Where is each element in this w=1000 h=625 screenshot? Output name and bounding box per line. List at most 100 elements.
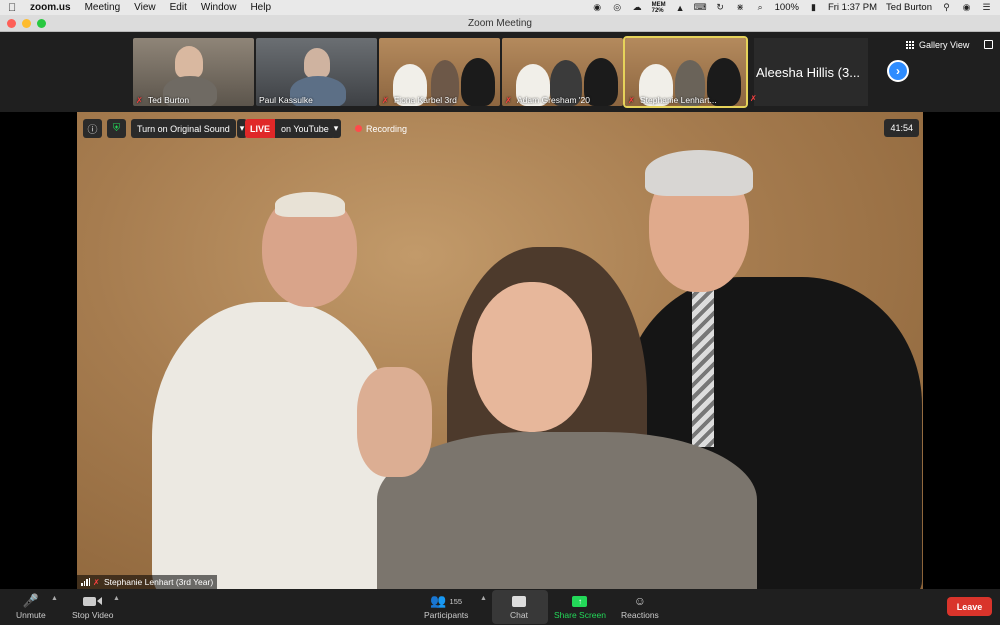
unmute-button[interactable]: 🎤 Unmute xyxy=(16,592,46,620)
encryption-shield-button[interactable]: ⛨ xyxy=(107,119,126,138)
participant-name-label: ✗ Ted Burton xyxy=(136,95,190,105)
muted-icon: ✗ xyxy=(750,94,757,103)
memory-indicator[interactable]: MEM 72% xyxy=(652,2,666,14)
battery-percent[interactable]: 100% xyxy=(775,2,799,13)
bluetooth-icon[interactable]: ⋇ xyxy=(735,2,746,13)
participant-name-label: ✗ Fiona Karbel 3rd xyxy=(382,95,457,105)
participants-icon: 👥 155 xyxy=(430,593,463,608)
wifi-icon[interactable]: ⌕ xyxy=(755,2,766,13)
zoom-window-button[interactable] xyxy=(37,19,46,28)
meeting-info-button[interactable]: ⓘ xyxy=(83,119,102,138)
siri-icon[interactable]: ◉ xyxy=(961,2,972,13)
participant-name-label: ✗ Stephanie Lenhart... xyxy=(628,95,717,105)
meeting-controls: 🎤 Unmute ▲ Stop Video ▲ 👥 155 Participan… xyxy=(0,589,1000,625)
recording-indicator[interactable]: Recording xyxy=(355,119,407,138)
menu-edit[interactable]: Edit xyxy=(170,2,187,13)
stop-video-button[interactable]: Stop Video xyxy=(72,592,113,620)
participant-name-label: ✗ Adam Gresham '20 xyxy=(505,95,590,105)
muted-icon: ✗ xyxy=(136,95,143,105)
stop-video-label: Stop Video xyxy=(72,610,114,620)
menubar-user[interactable]: Ted Burton xyxy=(886,2,932,13)
apple-icon[interactable]:  xyxy=(8,2,20,14)
memory-value: 72% xyxy=(651,7,664,14)
gallery-view-label: Gallery View xyxy=(919,40,970,50)
record-icon xyxy=(355,125,362,132)
participant-name-tile[interactable]: Aleesha Hillis (3... xyxy=(754,38,868,106)
close-window-button[interactable] xyxy=(7,19,16,28)
menu-view[interactable]: View xyxy=(134,2,156,13)
signal-strength-icon xyxy=(81,578,90,586)
original-sound-button[interactable]: Turn on Original Sound ▾ xyxy=(131,119,248,138)
battery-icon[interactable]: ▮ xyxy=(808,2,819,13)
video-options-caret[interactable]: ▲ xyxy=(113,595,120,602)
person-tie xyxy=(692,287,714,447)
muted-icon: ✗ xyxy=(93,577,100,587)
menu-app-name[interactable]: zoom.us xyxy=(30,2,71,13)
fullscreen-icon[interactable] xyxy=(984,40,993,49)
drive-icon[interactable]: ▲ xyxy=(675,2,686,13)
microphone-muted-icon: 🎤 xyxy=(22,593,39,608)
shield-icon: ⛨ xyxy=(107,119,126,138)
macos-menubar:  zoom.us Meeting View Edit Window Help … xyxy=(0,0,1000,15)
meeting-timer: 41:54 xyxy=(884,119,919,137)
participant-thumbnail[interactable]: ✗ Adam Gresham '20 xyxy=(502,38,623,106)
chat-button[interactable]: Chat xyxy=(510,592,528,620)
audio-options-caret[interactable]: ▲ xyxy=(51,595,58,602)
live-stream-button[interactable]: LIVE on YouTube ▾ xyxy=(245,119,342,138)
time-machine-icon[interactable]: ↻ xyxy=(715,2,726,13)
video-camera-icon xyxy=(83,592,103,610)
participant-name-tile-label: Aleesha Hillis (3... xyxy=(756,64,861,80)
person-white-shirt xyxy=(152,302,392,589)
muted-icon: ✗ xyxy=(628,95,635,105)
reactions-button[interactable]: ☺ Reactions xyxy=(621,592,659,620)
emoji-plus-icon: ☺ xyxy=(633,594,647,608)
clock[interactable]: Fri 1:37 PM xyxy=(828,2,877,13)
main-stage: ⓘ ⛨ Turn on Original Sound ▾ LIVE on You… xyxy=(0,112,1000,589)
live-platform-label: on YouTube xyxy=(275,119,335,138)
window-titlebar: Zoom Meeting xyxy=(0,15,1000,32)
gallery-strip: ✗ Ted Burton Paul Kassulke ✗ Fiona Karbe… xyxy=(0,32,1000,112)
chat-bubble-icon xyxy=(511,592,526,610)
gallery-view-button[interactable]: Gallery View xyxy=(906,40,969,50)
recording-label: Recording xyxy=(366,123,408,134)
participant-thumbnail[interactable]: ✗ Fiona Karbel 3rd xyxy=(379,38,500,106)
info-icon: ⓘ xyxy=(83,119,102,138)
keyboard-icon[interactable]: ⌨ xyxy=(694,2,707,13)
person-head xyxy=(472,282,592,432)
chat-label: Chat xyxy=(510,610,528,620)
menu-window[interactable]: Window xyxy=(201,2,237,13)
share-screen-button[interactable]: ↑ Share Screen xyxy=(554,592,606,620)
waving-hand xyxy=(357,367,432,477)
spotlight-search-icon[interactable]: ⚲ xyxy=(941,2,952,13)
menu-help[interactable]: Help xyxy=(250,2,271,13)
participant-name-label: Paul Kassulke xyxy=(259,95,313,105)
sync-icon[interactable]: ◎ xyxy=(612,2,623,13)
reactions-label: Reactions xyxy=(621,610,659,620)
person-hair xyxy=(275,192,345,217)
grid-icon xyxy=(906,41,914,49)
minimize-window-button[interactable] xyxy=(22,19,31,28)
window-title: Zoom Meeting xyxy=(468,17,532,29)
participants-button[interactable]: 👥 155 Participants xyxy=(424,592,468,620)
unmute-label: Unmute xyxy=(16,610,46,620)
participant-thumbnail[interactable]: Paul Kassulke xyxy=(256,38,377,106)
participant-thumbnail-active-speaker[interactable]: ✗ Stephanie Lenhart... xyxy=(623,36,748,108)
zoom-status-icon[interactable]: ◉ xyxy=(592,2,603,13)
live-badge: LIVE xyxy=(245,119,276,138)
person-hair xyxy=(645,150,753,196)
muted-icon: ✗ xyxy=(505,95,512,105)
person-gray-shirt xyxy=(377,432,757,589)
menu-meeting[interactable]: Meeting xyxy=(85,2,121,13)
cloud-icon[interactable]: ☁ xyxy=(632,2,643,13)
chevron-right-icon: › xyxy=(896,64,900,78)
notification-center-icon[interactable]: ☰ xyxy=(981,2,992,13)
active-speaker-label: ✗ Stephanie Lenhart (3rd Year) xyxy=(77,575,218,589)
share-screen-icon: ↑ xyxy=(572,592,588,610)
chevron-down-icon[interactable]: ▾ xyxy=(330,119,342,138)
participants-options-caret[interactable]: ▲ xyxy=(480,595,487,602)
original-sound-label: Turn on Original Sound xyxy=(131,119,236,138)
participants-label: Participants xyxy=(424,610,469,620)
participant-thumbnail[interactable]: ✗ Ted Burton xyxy=(133,38,254,106)
next-page-button[interactable]: › xyxy=(887,60,909,82)
leave-meeting-button[interactable]: Leave xyxy=(947,597,992,616)
